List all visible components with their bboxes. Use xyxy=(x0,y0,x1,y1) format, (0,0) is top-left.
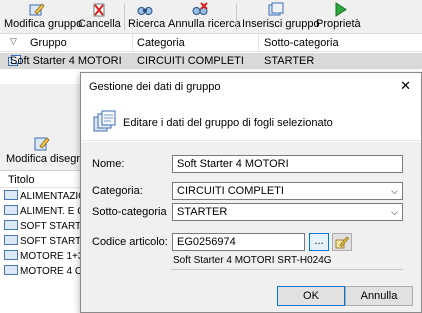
sheet-list: Titolo ALIMENTAZIO ALIMENT. E C SOFT STA… xyxy=(0,170,84,313)
divider xyxy=(171,269,403,270)
toolbar-separator xyxy=(124,4,125,30)
list-item-label: MOTORE 4 CI xyxy=(20,266,84,277)
sheet-icon xyxy=(4,205,18,215)
list-item[interactable]: SOFT STARTE xyxy=(4,235,84,249)
cancel-search-button[interactable]: Annulla ricerca xyxy=(168,2,241,32)
list-item-label: ALIMENTAZIO xyxy=(20,191,84,202)
column-divider[interactable] xyxy=(132,34,133,52)
article-code-field[interactable]: EG0256974 xyxy=(172,233,305,251)
article-code-label: Codice articolo: xyxy=(92,236,168,248)
delete-button[interactable]: Cancella xyxy=(78,2,121,32)
sheet-group-icon xyxy=(93,110,116,132)
edit-drawing-button[interactable]: Modifica disegno xyxy=(0,136,90,166)
cell-sottocategoria: STARTER xyxy=(264,55,315,67)
list-header[interactable]: Titolo xyxy=(0,171,84,188)
search-button[interactable]: Ricerca xyxy=(128,2,166,32)
toolbar: Modifica gruppo Cancella Ricerca Annulla… xyxy=(0,0,422,34)
list-item[interactable]: SOFT STARTE xyxy=(4,220,84,234)
edit-group-icon xyxy=(29,3,45,16)
sheet-icon xyxy=(4,190,18,200)
search-icon xyxy=(137,7,153,15)
column-header-gruppo[interactable]: Gruppo xyxy=(30,37,67,49)
banner-text: Editare i dati del gruppo di fogli selez… xyxy=(123,117,333,129)
subcategory-label: Sotto-categoria xyxy=(92,206,167,218)
column-header-categoria[interactable]: Categoria xyxy=(137,37,185,49)
column-header-sottocategoria[interactable]: Sotto-categoria xyxy=(264,37,339,49)
edit-group-label: Modifica gruppo xyxy=(4,18,83,30)
table-row[interactable]: Soft Starter 4 MOTORI CIRCUITI COMPLETI … xyxy=(0,53,422,69)
ok-button[interactable]: OK xyxy=(277,286,345,306)
cancel-search-icon xyxy=(192,2,208,15)
edit-drawing-label: Modifica disegno xyxy=(6,153,89,165)
sheet-icon xyxy=(4,250,18,260)
column-divider[interactable] xyxy=(258,34,259,52)
category-combo[interactable]: CIRCUITI COMPLETI ⌵ xyxy=(172,182,403,200)
browse-button[interactable]: ... xyxy=(309,233,329,251)
edit-group-button[interactable]: Modifica gruppo xyxy=(4,2,82,32)
list-item-label: SOFT STARTE xyxy=(20,221,84,232)
edit-pencil-icon xyxy=(335,236,350,249)
toolbar-separator xyxy=(236,4,237,30)
cancel-search-label: Annulla ricerca xyxy=(168,18,241,30)
delete-label: Cancella xyxy=(78,18,121,30)
list-item-label: MOTORE 1+3 xyxy=(20,251,84,262)
list-item[interactable]: MOTORE 4 CI xyxy=(4,265,84,279)
chevron-down-icon[interactable]: ⌵ xyxy=(391,186,398,197)
cell-categoria: CIRCUITI COMPLETI xyxy=(137,55,244,67)
delete-icon xyxy=(93,3,105,17)
list-item[interactable]: MOTORE 1+3 xyxy=(4,250,84,264)
sheet-icon xyxy=(4,265,18,275)
dialog-title: Gestione dei dati di gruppo xyxy=(89,81,221,93)
group-data-dialog: Gestione dei dati di gruppo ✕ Editare i … xyxy=(80,72,422,313)
list-item-label: ALIMENT. E C xyxy=(20,206,84,217)
insert-group-icon xyxy=(268,2,284,16)
edit-article-button[interactable] xyxy=(332,233,352,251)
article-description: Soft Starter 4 MOTORI SRT-H024G xyxy=(173,255,332,266)
name-field[interactable]: Soft Starter 4 MOTORI xyxy=(172,155,403,173)
subcategory-combo[interactable]: STARTER ⌵ xyxy=(172,203,403,221)
insert-group-button[interactable]: Inserisci gruppo xyxy=(242,2,320,32)
sort-chevron-icon[interactable]: ▽ xyxy=(10,36,17,47)
category-label: Categoria: xyxy=(92,185,143,197)
dialog-footer: OK Annulla xyxy=(81,274,421,312)
search-label: Ricerca xyxy=(128,18,166,30)
list-header-title: Titolo xyxy=(8,174,35,186)
category-value: CIRCUITI COMPLETI xyxy=(177,185,284,197)
list-item[interactable]: ALIMENT. E C xyxy=(4,205,84,219)
properties-icon xyxy=(335,2,347,17)
chevron-down-icon[interactable]: ⌵ xyxy=(391,207,398,218)
dialog-banner: Editare i dati del gruppo di fogli selez… xyxy=(81,103,421,141)
cell-gruppo: Soft Starter 4 MOTORI xyxy=(10,55,122,67)
edit-drawing-icon xyxy=(34,137,50,151)
list-item-label: SOFT STARTE xyxy=(20,236,84,247)
name-label: Nome: xyxy=(92,158,125,170)
properties-label: Proprietà xyxy=(316,18,361,30)
cancel-button[interactable]: Annulla xyxy=(345,286,413,306)
properties-button[interactable]: Proprietà xyxy=(316,2,364,32)
subcategory-value: STARTER xyxy=(177,206,228,218)
grid-header: ▽ Gruppo Categoria Sotto-categoria xyxy=(0,34,422,52)
sheet-icon xyxy=(4,220,18,230)
sheet-icon xyxy=(4,235,18,245)
close-icon[interactable]: ✕ xyxy=(400,79,411,92)
insert-group-label: Inserisci gruppo xyxy=(242,18,320,30)
list-item[interactable]: ALIMENTAZIO xyxy=(4,190,84,204)
